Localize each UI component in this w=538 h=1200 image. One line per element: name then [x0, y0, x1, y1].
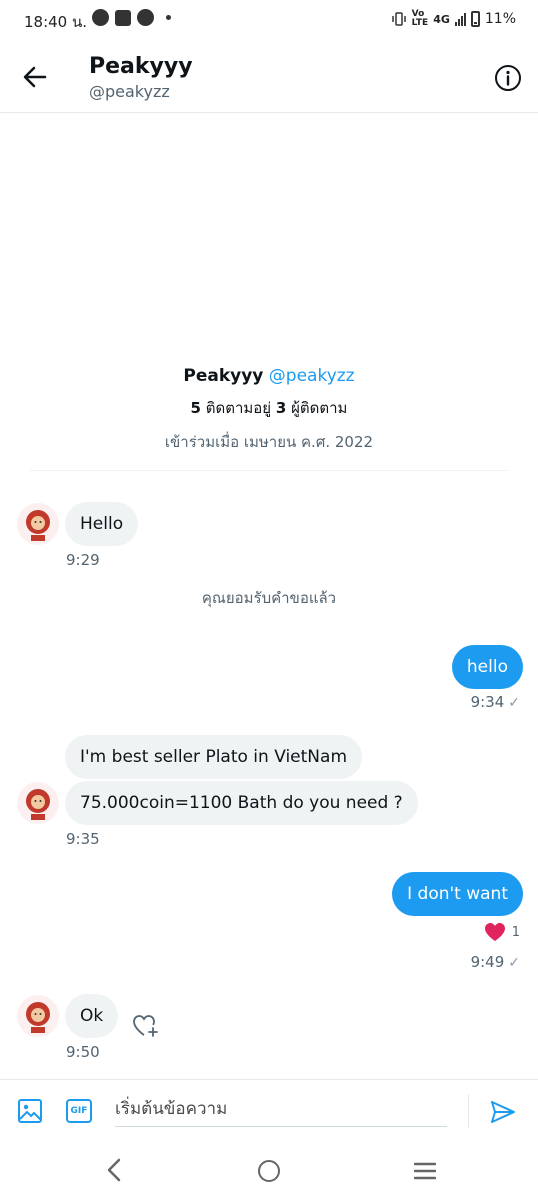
- status-indicators: Vo LTE 4G 11%: [391, 10, 516, 28]
- message-bubble-incoming[interactable]: Ok: [65, 994, 119, 1038]
- message-timestamp: 9:35: [66, 830, 100, 848]
- message-timestamp: 9:50: [66, 1043, 100, 1061]
- following-label: ติดตามอยู่: [205, 399, 272, 417]
- chat-notification-icon: [92, 9, 109, 26]
- profile-joined-date: เข้าร่วมเมื่อ เมษายน ค.ศ. 2022: [164, 433, 374, 451]
- profile-follow-stats: 5 ติดตามอยู่ 3 ผู้ติดตาม: [0, 396, 538, 420]
- battery-icon: [470, 11, 480, 27]
- followers-count: 3: [275, 399, 287, 417]
- nav-back-icon[interactable]: [103, 1157, 125, 1183]
- following-count: 5: [190, 399, 201, 417]
- message-timestamp-row: 9:49 ✓: [471, 953, 520, 971]
- status-time: 18:40 น.: [24, 13, 88, 31]
- signal-icon: [454, 12, 466, 26]
- volte-icon: Vo LTE: [411, 9, 429, 28]
- more-notifications-icon: [166, 15, 171, 20]
- followers-label: ผู้ติดตาม: [291, 399, 348, 417]
- message-timestamp: 9:34: [470, 693, 505, 711]
- add-reaction-icon[interactable]: [131, 1010, 161, 1040]
- info-icon[interactable]: [494, 64, 522, 92]
- lion-avatar-icon: [26, 510, 50, 541]
- send-icon[interactable]: [489, 1098, 517, 1126]
- profile-name-line[interactable]: Peakyyy @peakyzz: [0, 366, 538, 386]
- nav-recent-apps-icon[interactable]: [414, 1161, 436, 1181]
- sent-check-icon: ✓: [508, 695, 520, 711]
- app-notification-icon: [137, 9, 154, 26]
- back-arrow-icon[interactable]: [20, 62, 50, 92]
- reaction-count: 1: [511, 924, 520, 940]
- message-bubble-outgoing[interactable]: hello: [451, 645, 523, 689]
- message-bubble-incoming[interactable]: I'm best seller Plato in VietNam: [65, 735, 363, 779]
- profile-name: Peakyyy: [183, 366, 264, 386]
- message-timestamp: 9:49: [470, 953, 505, 971]
- message-bubble-incoming[interactable]: 75.000coin=1100 Bath do you need ?: [65, 781, 418, 825]
- notification-icons: [92, 9, 171, 26]
- avatar[interactable]: [17, 995, 59, 1037]
- lion-avatar-icon: [26, 789, 50, 820]
- network-type: 4G: [433, 12, 450, 26]
- nav-home-icon[interactable]: [258, 1160, 280, 1182]
- lion-avatar-icon: [26, 1002, 50, 1033]
- avatar[interactable]: [17, 503, 59, 545]
- profile-summary: Peakyyy @peakyzz 5 ติดตามอยู่ 3 ผู้ติดตา…: [0, 366, 538, 454]
- system-nav-bar: [0, 1143, 538, 1200]
- battery-level: 11%: [484, 11, 516, 27]
- gif-button[interactable]: GIF: [66, 1099, 92, 1123]
- header-handle: @peakyzz: [89, 82, 170, 101]
- message-input[interactable]: [115, 1092, 447, 1127]
- request-accepted-notice: คุณยอมรับคำขอแล้ว: [201, 589, 337, 607]
- header-name: Peakyyy: [89, 54, 193, 79]
- image-attach-icon[interactable]: [17, 1098, 43, 1124]
- heart-reaction-icon: [484, 923, 505, 941]
- profile-handle: @peakyzz: [268, 366, 355, 386]
- mail-notification-icon: [115, 9, 131, 26]
- avatar[interactable]: [17, 782, 59, 824]
- composer-divider: [468, 1094, 469, 1128]
- message-timestamp: 9:29: [66, 551, 100, 569]
- status-bar: 18:40 น. Vo LTE 4G 11%: [0, 0, 538, 40]
- conversation-header: Peakyyy @peakyzz: [0, 40, 538, 113]
- vibrate-icon: [391, 12, 406, 26]
- profile-divider: [30, 470, 508, 471]
- message-reaction[interactable]: 1: [484, 922, 520, 942]
- message-timestamp-row: 9:34 ✓: [471, 693, 520, 711]
- message-bubble-outgoing[interactable]: I don't want: [392, 872, 523, 916]
- sent-check-icon: ✓: [508, 955, 520, 971]
- message-composer: GIF: [0, 1079, 538, 1143]
- message-bubble-incoming[interactable]: Hello: [65, 502, 139, 546]
